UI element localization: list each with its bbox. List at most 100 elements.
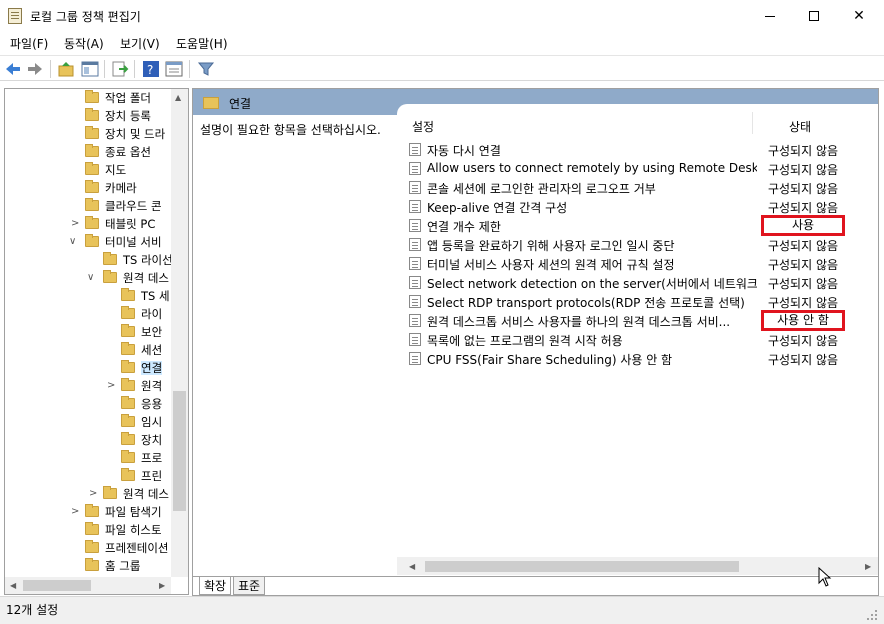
list-item[interactable]: 목록에 없는 프로그램의 원격 시작 허용 구성되지 않음 [409,330,853,349]
properties-icon[interactable] [165,60,183,78]
help-icon[interactable]: ? [142,60,160,78]
scroll-thumb[interactable] [425,561,739,572]
toolbar-separator [189,60,190,78]
list-item[interactable]: Keep-alive 연결 간격 구성 구성되지 않음 [409,197,853,216]
tree-item[interactable]: 프린 [121,467,162,485]
expand-chevron-icon[interactable]: > [107,377,115,395]
collapse-chevron-icon[interactable]: ∨ [87,269,94,287]
policy-setting-icon [409,143,421,156]
folder-icon [103,270,117,283]
tree-item[interactable]: 원격 [121,377,162,395]
tab-extended[interactable]: 확장 [199,577,232,595]
expand-chevron-icon[interactable]: > [89,485,97,503]
collapse-chevron-icon[interactable]: ∨ [69,233,76,251]
policy-setting-icon [409,295,421,308]
list-horizontal-scrollbar[interactable]: ◀ ▶ [397,557,878,575]
tree-vertical-scrollbar[interactable]: ▲ [171,89,188,577]
list-item[interactable]: CPU FSS(Fair Share Scheduling) 사용 안 함 구성되… [409,349,853,368]
tree-horizontal-scrollbar[interactable]: ◀ ▶ [5,577,171,594]
list-item[interactable]: Allow users to connect remotely by using… [409,159,853,178]
up-folder-icon[interactable] [57,60,75,78]
list-item[interactable]: Select RDP transport protocols(RDP 전송 프로… [409,292,853,311]
tree-item[interactable]: 보안 [121,323,162,341]
resize-grip-icon[interactable] [866,609,878,621]
tree-item[interactable]: 프레젠테이션 [85,539,168,557]
tree-item[interactable]: 카메라 [85,179,137,197]
tree-item[interactable]: TS 세 [121,287,170,305]
tree-item[interactable]: 파일 히스토 [85,521,162,539]
close-button[interactable]: ✕ [836,0,882,32]
navigation-tree[interactable]: 작업 폴더 장치 등록 장치 및 드라 종료 옵션 지도 카메라 클라우드 콘 … [4,88,189,595]
scroll-thumb[interactable] [173,391,186,511]
export-list-icon[interactable] [111,60,129,78]
folder-icon [121,288,135,301]
tree-item[interactable]: 장치 및 드라 [85,125,165,143]
menu-help[interactable]: 도움말(H) [176,35,228,52]
scroll-left-icon[interactable]: ◀ [409,562,415,571]
list-item[interactable]: 자동 다시 연결 구성되지 않음 [409,140,853,159]
folder-icon [203,97,219,109]
menu-action[interactable]: 동작(A) [64,35,104,52]
svg-text:?: ? [147,63,153,77]
folder-icon [85,162,99,175]
folder-icon [85,540,99,553]
maximize-button[interactable] [791,0,837,32]
scroll-thumb[interactable] [23,580,91,591]
scroll-up-icon[interactable]: ▲ [175,93,181,102]
folder-icon [121,432,135,445]
tree-item[interactable]: 장치 [121,431,162,449]
tree-item[interactable]: 장치 등록 [85,107,151,125]
list-item[interactable]: Select network detection on the server(서… [409,273,853,292]
expand-chevron-icon[interactable]: > [71,503,79,521]
tree-item[interactable]: 프로 [121,449,162,467]
view-tabs: 확장 표준 [193,576,878,595]
tree-item[interactable]: 클라우드 콘 [85,197,162,215]
show-hide-tree-icon[interactable] [81,60,99,78]
tree-item[interactable]: 라이 [121,305,162,323]
scroll-right-icon[interactable]: ▶ [159,581,165,590]
settings-list[interactable]: 설정 상태 자동 다시 연결 구성되지 않음 Allow users to con… [397,104,878,560]
folder-icon [121,378,135,391]
tree-item[interactable]: 태블릿 PC [85,215,155,233]
title-bar: 로컬 그룹 정책 편집기 ✕ [0,0,884,32]
scroll-left-icon[interactable]: ◀ [10,581,16,590]
forward-arrow-icon[interactable] [26,60,44,78]
column-header-state[interactable]: 상태 [789,118,811,135]
list-item[interactable]: 원격 데스크톱 서비스 사용자를 하나의 원격 데스크톱 서비... 사용 안 함 [409,310,853,331]
tree-item[interactable]: 원격 데스 [103,269,169,287]
menu-view[interactable]: 보기(V) [120,35,160,52]
description-text: 설명이 필요한 항목을 선택하십시오. [200,123,381,137]
tree-item[interactable]: 세션 [121,341,162,359]
folder-icon [121,342,135,355]
tree-item[interactable]: 터미널 서비 [85,233,162,251]
tree-item[interactable]: 지도 [85,161,126,179]
list-item[interactable]: 콘솔 세션에 로그인한 관리자의 로그오프 거부 구성되지 않음 [409,178,853,197]
folder-icon [121,306,135,319]
tree-item[interactable]: 종료 옵션 [85,143,151,161]
back-arrow-icon[interactable] [4,60,22,78]
tree-item-selected[interactable]: 연결 [121,359,163,377]
tree-item[interactable]: 파일 탐색기 [85,503,162,521]
highlighted-state: 사용 [761,215,845,236]
column-divider[interactable] [752,112,753,134]
tree-item[interactable]: TS 라이선 [103,251,173,269]
scroll-right-icon[interactable]: ▶ [865,562,871,571]
tree-item[interactable]: 홈 그룹 [85,557,140,575]
tree-item[interactable]: 원격 데스 [103,485,169,503]
folder-icon [103,486,117,499]
list-item[interactable]: 연결 개수 제한 사용 [409,215,853,236]
minimize-button[interactable] [747,0,793,32]
list-item[interactable]: 터미널 서비스 사용자 세션의 원격 제어 규칙 설정 구성되지 않음 [409,254,853,273]
menu-file[interactable]: 파일(F) [10,35,48,52]
list-item[interactable]: 앱 등록을 완료하기 위해 사용자 로그인 일시 중단 구성되지 않음 [409,235,853,254]
column-header-setting[interactable]: 설정 [412,118,434,135]
folder-icon [85,126,99,139]
maximize-icon [809,11,819,21]
folder-icon [85,90,99,103]
tree-item[interactable]: 작업 폴더 [85,89,151,107]
tree-item[interactable]: 응용 [121,395,162,413]
tab-standard[interactable]: 표준 [233,577,266,595]
tree-item[interactable]: 임시 [121,413,162,431]
filter-icon[interactable] [197,60,215,78]
expand-chevron-icon[interactable]: > [71,215,79,233]
